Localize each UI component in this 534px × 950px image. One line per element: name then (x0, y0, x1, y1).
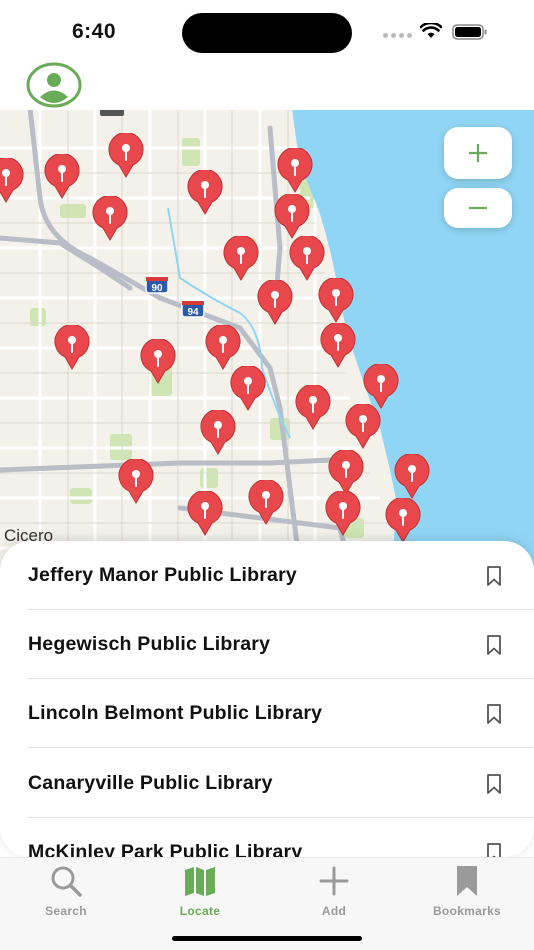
library-pin-icon[interactable] (293, 385, 333, 431)
library-pin-icon[interactable] (106, 133, 146, 179)
library-pin-icon[interactable] (287, 236, 327, 282)
tab-search[interactable]: Search (11, 864, 121, 924)
bookmark-icon[interactable] (486, 703, 502, 725)
plus-icon (319, 866, 349, 896)
library-pin-icon[interactable] (228, 366, 268, 412)
tab-label: Locate (179, 904, 221, 918)
library-row[interactable]: Lincoln Belmont Public Library (0, 679, 534, 748)
library-pin-icon[interactable] (203, 325, 243, 371)
map-view[interactable]: 90 94 Cicero (0, 108, 534, 568)
library-pin-icon[interactable] (246, 480, 286, 526)
library-name: Canaryville Public Library (28, 772, 273, 794)
library-pin-icon[interactable] (221, 236, 261, 282)
cellular-signal-icon (383, 33, 412, 38)
library-pin-icon[interactable] (90, 196, 130, 242)
library-row[interactable]: Canaryville Public Library (0, 749, 534, 818)
library-pin-icon[interactable] (0, 158, 26, 204)
row-divider (28, 747, 534, 748)
status-bar: 6:40 (0, 0, 534, 60)
library-pin-icon[interactable] (138, 339, 178, 385)
library-row[interactable]: Jeffery Manor Public Library (0, 541, 534, 610)
library-pin-icon[interactable] (185, 170, 225, 216)
library-pin-icon[interactable] (392, 454, 432, 500)
zoom-out-button[interactable] (444, 188, 512, 228)
tab-add[interactable]: Add (279, 864, 389, 924)
library-pin-icon[interactable] (272, 194, 312, 240)
library-pin-icon[interactable] (52, 325, 92, 371)
library-name: Hegewisch Public Library (28, 633, 271, 655)
library-pin-icon[interactable] (343, 404, 383, 450)
tab-bookmarks[interactable]: Bookmarks (412, 864, 522, 924)
zoom-in-button[interactable] (444, 127, 512, 179)
wifi-icon (420, 23, 442, 38)
library-list-sheet[interactable]: Jeffery Manor Public Library Hegewisch P… (0, 541, 534, 857)
bookmark-icon[interactable] (486, 565, 502, 587)
library-name: Jeffery Manor Public Library (28, 564, 297, 586)
home-indicator (172, 936, 362, 941)
library-pin-icon[interactable] (255, 280, 295, 326)
header (0, 60, 534, 110)
map-icon (185, 867, 215, 896)
tab-locate[interactable]: Locate (145, 864, 255, 924)
bookmark-icon[interactable] (486, 842, 502, 857)
library-pin-icon[interactable] (326, 450, 366, 496)
tab-label: Add (321, 904, 347, 918)
library-pin-icon[interactable] (275, 148, 315, 194)
status-time: 6:40 (72, 20, 117, 43)
magnifier-icon (51, 866, 82, 897)
library-pin-icon[interactable] (185, 491, 225, 537)
bookmark-icon (457, 866, 477, 896)
tab-label: Search (45, 904, 87, 918)
bookmark-icon[interactable] (486, 773, 502, 795)
library-pin-icon[interactable] (116, 459, 156, 505)
library-row[interactable]: McKinley Park Public Library (0, 818, 534, 857)
highway-shield-94: 94 (187, 307, 199, 318)
dynamic-island (182, 13, 352, 53)
library-pin-icon[interactable] (323, 491, 363, 537)
tab-label: Bookmarks (432, 904, 502, 918)
highway-shield-90: 90 (151, 283, 163, 294)
battery-icon (452, 24, 487, 40)
minus-icon (469, 206, 487, 210)
bookmark-icon[interactable] (486, 634, 502, 656)
library-pin-icon[interactable] (318, 323, 358, 369)
library-name: McKinley Park Public Library (28, 841, 303, 857)
library-pin-icon[interactable] (42, 154, 82, 200)
library-name: Lincoln Belmont Public Library (28, 702, 323, 724)
library-pin-icon[interactable] (316, 278, 356, 324)
plus-icon (469, 144, 487, 162)
library-pin-icon[interactable] (198, 410, 238, 456)
library-row[interactable]: Hegewisch Public Library (0, 610, 534, 679)
profile-icon[interactable] (26, 62, 82, 108)
library-pin-icon[interactable] (383, 498, 423, 544)
